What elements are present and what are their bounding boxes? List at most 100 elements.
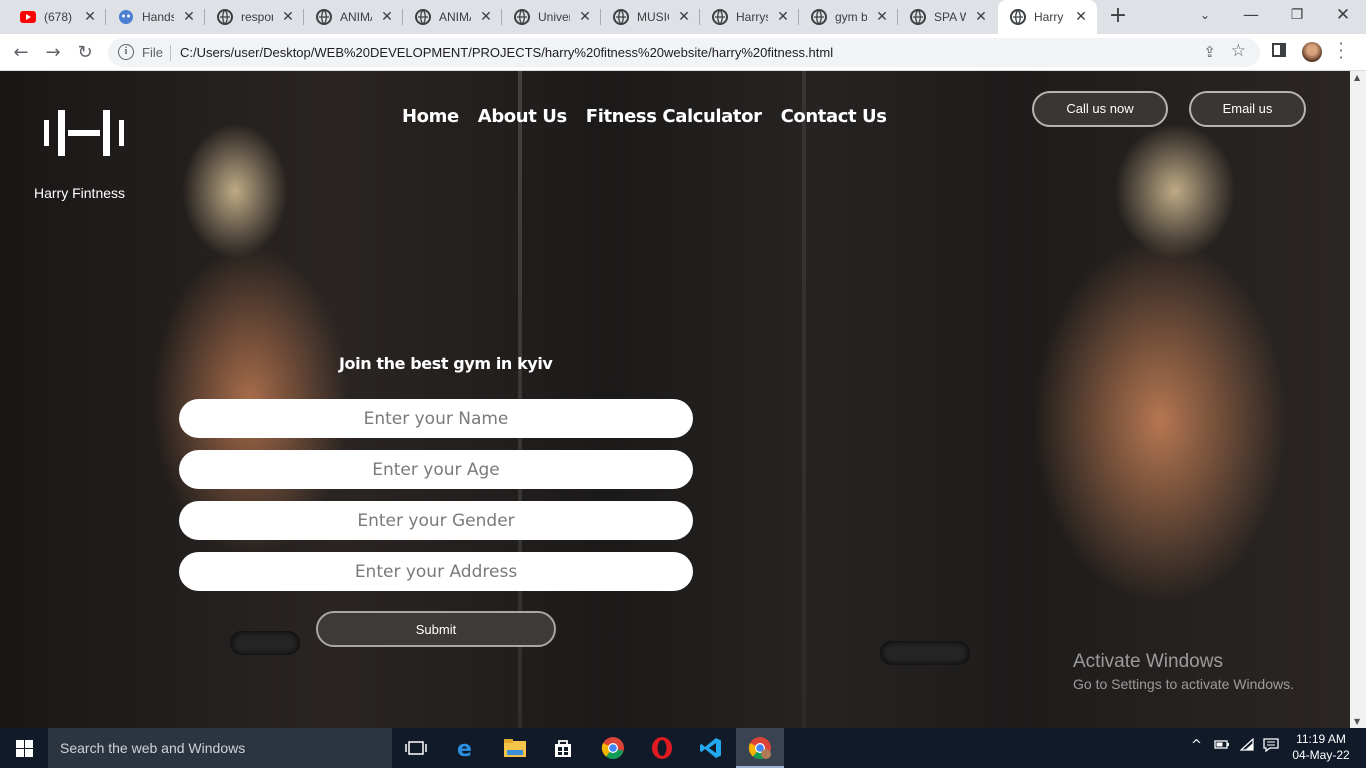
close-tab-icon[interactable]: ✕ [181, 9, 197, 25]
show-hidden-icons[interactable]: ^ [1191, 738, 1202, 753]
share-icon[interactable]: ⇪ [1203, 43, 1216, 61]
browser-tab[interactable]: gym b ✕ [799, 0, 898, 34]
profile-avatar[interactable] [1302, 42, 1322, 62]
close-window-button[interactable]: ✕ [1320, 0, 1366, 34]
reload-icon[interactable]: ↻ [72, 40, 98, 66]
wifi-icon[interactable] [1239, 737, 1256, 756]
info-icon[interactable]: i [118, 44, 134, 60]
close-tab-icon[interactable]: ✕ [1073, 9, 1089, 25]
tab-search-icon[interactable]: ⌄ [1182, 0, 1228, 34]
nav-about-us[interactable]: About Us [478, 106, 567, 127]
file-explorer-icon[interactable] [501, 734, 529, 762]
taskbar: Search the web and Windows e ^ 11:19 AM … [0, 728, 1366, 768]
menu-dots-icon[interactable]: · · · [1336, 36, 1346, 66]
close-tab-icon[interactable]: ✕ [577, 9, 593, 25]
close-tab-icon[interactable]: ✕ [973, 9, 989, 25]
notification-icon[interactable] [1263, 738, 1279, 756]
scheme-label: File [142, 45, 163, 60]
watermark-subtitle: Go to Settings to activate Windows. [1073, 676, 1294, 692]
system-clock[interactable]: 11:19 AM 04-May-22 [1286, 731, 1356, 763]
edge-browser-icon[interactable]: e [452, 734, 480, 762]
tab-title: (678) C [44, 10, 76, 24]
email-us-button[interactable]: Email us [1189, 91, 1306, 127]
globe-icon [316, 9, 332, 25]
scroll-down-icon[interactable]: ▼ [1354, 717, 1360, 726]
windows-start-icon[interactable] [0, 728, 48, 768]
globe-icon [910, 9, 926, 25]
browser-tab[interactable]: (678) C ✕ [8, 0, 106, 34]
browser-tab[interactable]: ANIMA ✕ [304, 0, 403, 34]
tab-strip: (678) C ✕ Hands ✕ respon ✕ ANIMA ✕ ANIMA… [0, 0, 1366, 34]
tab-title: Univer [538, 10, 570, 24]
address-bar[interactable]: i File C:/Users/user/Desktop/WEB%20DEVEL… [108, 38, 1260, 67]
tab-title: MUSIC [637, 10, 669, 24]
youtube-icon [20, 9, 36, 25]
activate-windows-watermark: Activate Windows Go to Settings to activ… [1073, 651, 1294, 692]
battery-icon[interactable] [1214, 738, 1230, 754]
browser-tab[interactable]: Univer ✕ [502, 0, 601, 34]
watermark-title: Activate Windows [1073, 651, 1223, 672]
background-dumbbell [230, 631, 300, 655]
scroll-up-icon[interactable]: ▲ [1354, 73, 1360, 82]
submit-button[interactable]: Submit [316, 611, 556, 647]
bookmark-star-icon[interactable]: ☆ [1231, 41, 1246, 61]
taskbar-search-box[interactable]: Search the web and Windows [48, 728, 392, 768]
side-panel-icon[interactable] [1272, 43, 1286, 57]
toolbar: ← → ↻ i File C:/Users/user/Desktop/WEB%2… [0, 34, 1366, 71]
svg-text:e: e [457, 737, 472, 759]
close-tab-icon[interactable]: ✕ [82, 9, 98, 25]
globe-icon [712, 9, 728, 25]
form-heading: Join the best gym in kyiv [339, 354, 553, 373]
page-scrollbar[interactable]: ▲ ▼ [1350, 71, 1366, 728]
browser-tab[interactable]: MUSIC ✕ [601, 0, 700, 34]
chrome-profile-icon[interactable] [746, 734, 774, 762]
browser-tab[interactable]: SPA W ✕ [898, 0, 997, 34]
tab-title: Harry [1034, 10, 1064, 24]
new-tab-button[interactable]: + [1106, 5, 1130, 29]
globe-icon [1010, 9, 1026, 25]
vscode-icon[interactable] [697, 734, 725, 762]
globe-icon [415, 9, 431, 25]
forward-arrow-icon[interactable]: → [40, 40, 66, 66]
clock-time: 11:19 AM [1296, 732, 1346, 746]
gender-field[interactable] [179, 501, 693, 540]
browser-tab[interactable]: Harrys ✕ [700, 0, 799, 34]
browser-tab[interactable]: Hands ✕ [106, 0, 205, 34]
divider [170, 45, 171, 61]
back-arrow-icon[interactable]: ← [8, 40, 34, 66]
call-us-button[interactable]: Call us now [1032, 91, 1168, 127]
browser-tab-active[interactable]: Harry ✕ [998, 0, 1097, 34]
restore-button[interactable]: ❐ [1274, 0, 1320, 34]
main-nav: Home About Us Fitness Calculator Contact… [402, 106, 906, 127]
background-mirror-edge [802, 71, 806, 728]
age-field[interactable] [179, 450, 693, 489]
close-tab-icon[interactable]: ✕ [775, 9, 791, 25]
tab-title: Harrys [736, 10, 768, 24]
brand-name: Harry Fintness [34, 185, 126, 201]
tab-title: ANIMA [340, 10, 372, 24]
globe-icon [217, 9, 233, 25]
nav-fitness-calculator[interactable]: Fitness Calculator [586, 106, 762, 127]
globe-icon [811, 9, 827, 25]
browser-tab[interactable]: respon ✕ [205, 0, 304, 34]
tab-title: ANIMA [439, 10, 471, 24]
minimize-button[interactable]: — [1228, 0, 1274, 34]
store-icon[interactable] [549, 734, 577, 762]
close-tab-icon[interactable]: ✕ [280, 9, 296, 25]
url-text[interactable]: C:/Users/user/Desktop/WEB%20DEVELOPMENT/… [180, 45, 833, 60]
close-tab-icon[interactable]: ✕ [676, 9, 692, 25]
task-view-icon[interactable] [402, 734, 430, 762]
tab-title: SPA W [934, 10, 966, 24]
browser-tab[interactable]: ANIMA ✕ [403, 0, 502, 34]
opera-icon[interactable] [648, 734, 676, 762]
close-tab-icon[interactable]: ✕ [478, 9, 494, 25]
close-tab-icon[interactable]: ✕ [379, 9, 395, 25]
nav-contact-us[interactable]: Contact Us [781, 106, 887, 127]
chrome-icon[interactable] [599, 734, 627, 762]
name-field[interactable] [179, 399, 693, 438]
nav-home[interactable]: Home [402, 106, 459, 127]
close-tab-icon[interactable]: ✕ [874, 9, 890, 25]
address-field[interactable] [179, 552, 693, 591]
tab-title: gym b [835, 10, 867, 24]
clock-date: 04-May-22 [1292, 748, 1350, 762]
